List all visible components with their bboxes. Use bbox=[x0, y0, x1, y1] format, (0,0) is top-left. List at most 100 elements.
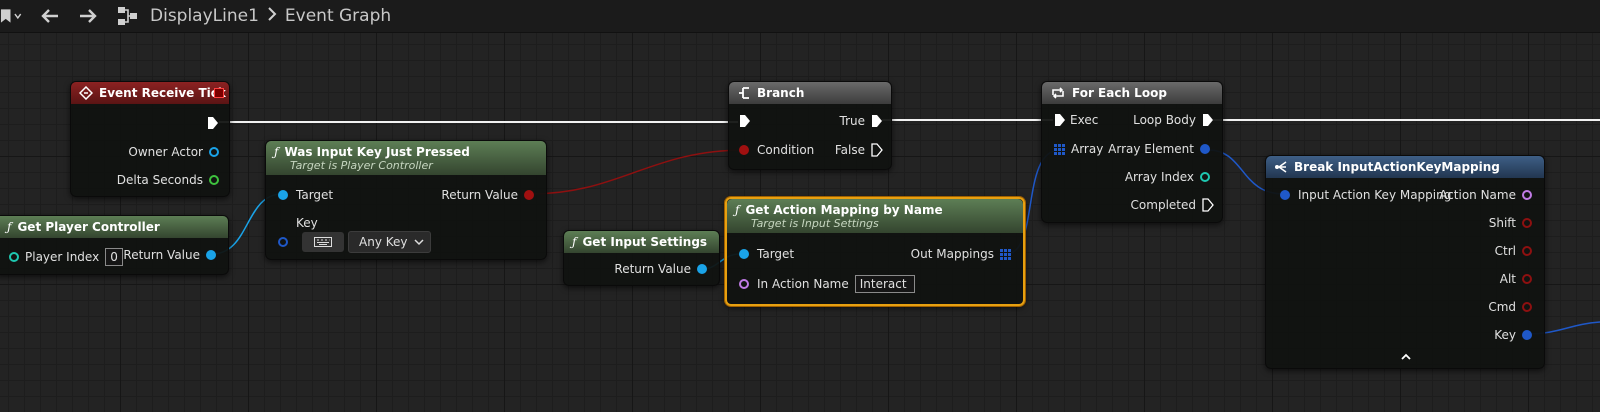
node-subtitle: Target is Player Controller bbox=[290, 158, 433, 172]
pin-ctrl[interactable]: Ctrl bbox=[1495, 244, 1532, 258]
pin-label: Array bbox=[1071, 142, 1104, 156]
node-break-input-action-key-mapping[interactable]: Break InputActionKeyMapping Input Action… bbox=[1265, 155, 1545, 369]
node-event-receive-tick[interactable]: Event Receive Tick Owner Actor Delta Sec… bbox=[70, 81, 230, 197]
bool-pin-icon bbox=[1522, 246, 1532, 256]
node-header: Event Receive Tick bbox=[71, 82, 229, 104]
pin-exec[interactable]: Exec bbox=[1054, 113, 1098, 127]
pin-label: Return Value bbox=[441, 188, 518, 202]
node-subtitle: Target is Input Settings bbox=[751, 216, 879, 230]
keyboard-icon bbox=[314, 237, 332, 247]
object-pin-icon bbox=[209, 147, 219, 157]
pin-array[interactable]: Array bbox=[1054, 142, 1103, 156]
pin-label: Ctrl bbox=[1494, 244, 1516, 258]
node-header: ƒ Was Input Key Just Pressed Target is Pl… bbox=[266, 141, 546, 175]
pin-target[interactable]: Target bbox=[739, 247, 794, 261]
pin-key[interactable]: Key bbox=[1494, 328, 1532, 342]
node-title: Get Action Mapping by Name bbox=[745, 202, 943, 217]
graph-hierarchy-icon[interactable] bbox=[116, 0, 140, 32]
bool-pin-icon bbox=[739, 145, 749, 155]
pin-out-mappings[interactable]: Out Mappings bbox=[911, 247, 1011, 261]
chevron-right-icon bbox=[267, 6, 277, 26]
object-pin-icon bbox=[278, 190, 288, 200]
node-header: ƒ Get Action Mapping by Name Target is In… bbox=[727, 199, 1023, 233]
pin-target[interactable]: Target bbox=[278, 188, 333, 202]
bool-pin-icon bbox=[1522, 218, 1532, 228]
pin-key-label: Key bbox=[278, 216, 318, 230]
exec-pin-icon bbox=[1203, 114, 1213, 126]
object-pin-icon bbox=[697, 264, 707, 274]
breadcrumb-graph[interactable]: Event Graph bbox=[285, 6, 391, 26]
node-header: For Each Loop bbox=[1042, 82, 1222, 104]
node-get-input-settings[interactable]: ƒ Get Input Settings Return Value bbox=[563, 230, 720, 286]
delegate-pin-icon[interactable] bbox=[214, 88, 224, 98]
node-title: Was Input Key Just Pressed bbox=[284, 144, 470, 159]
pin-alt[interactable]: Alt bbox=[1500, 272, 1532, 286]
node-for-each-loop[interactable]: For Each Loop Exec Loop Body Array Array… bbox=[1041, 81, 1223, 223]
struct-pin-icon bbox=[1200, 144, 1210, 154]
pin-input-action-key-mapping[interactable]: Input Action Key Mapping bbox=[1280, 188, 1451, 202]
pin-label: Return Value bbox=[123, 248, 200, 262]
exec-pin-icon bbox=[1055, 114, 1065, 126]
pin-label: Key bbox=[1494, 328, 1516, 342]
pin-shift[interactable]: Shift bbox=[1489, 216, 1532, 230]
bool-pin-icon bbox=[1522, 274, 1532, 284]
action-name-field[interactable]: Interact bbox=[854, 275, 915, 293]
node-get-action-mapping-by-name[interactable]: ƒ Get Action Mapping by Name Target is In… bbox=[725, 197, 1025, 306]
pin-label: Array Element bbox=[1108, 142, 1194, 156]
branch-icon bbox=[739, 87, 749, 99]
loop-icon bbox=[1052, 87, 1064, 99]
forward-arrow-icon[interactable] bbox=[76, 0, 100, 32]
pin-label: Owner Actor bbox=[128, 145, 203, 159]
bookmark-icon[interactable] bbox=[0, 0, 22, 32]
node-header: Break InputActionKeyMapping bbox=[1266, 156, 1544, 178]
pin-return-value[interactable]: Return Value bbox=[123, 248, 216, 262]
pin-return-value[interactable]: Return Value bbox=[441, 188, 534, 202]
node-title: For Each Loop bbox=[1072, 86, 1167, 100]
pin-delta-seconds[interactable]: Delta Seconds bbox=[117, 173, 219, 187]
pin-label: In Action Name bbox=[757, 277, 849, 291]
pin-in-action-name[interactable]: In Action Name Interact bbox=[739, 275, 915, 293]
pin-label: Out Mappings bbox=[910, 247, 994, 261]
exec-in-pin[interactable] bbox=[739, 114, 751, 128]
exec-pin-icon bbox=[872, 115, 882, 127]
name-pin-icon bbox=[1522, 190, 1532, 200]
pin-false[interactable]: False bbox=[835, 143, 883, 157]
back-arrow-icon[interactable] bbox=[38, 0, 62, 32]
pin-cmd[interactable]: Cmd bbox=[1488, 300, 1532, 314]
pin-owner-actor[interactable]: Owner Actor bbox=[128, 145, 219, 159]
pin-true[interactable]: True bbox=[840, 114, 884, 128]
pin-label: Cmd bbox=[1488, 300, 1516, 314]
exec-pin-icon bbox=[871, 143, 883, 157]
function-icon: ƒ bbox=[274, 144, 279, 159]
struct-pin-icon bbox=[1280, 190, 1290, 200]
exec-out-pin[interactable] bbox=[207, 116, 219, 130]
pin-completed[interactable]: Completed bbox=[1131, 198, 1214, 212]
pin-loop-body[interactable]: Loop Body bbox=[1133, 113, 1214, 127]
pin-action-name[interactable]: Action Name bbox=[1439, 188, 1532, 202]
bool-pin-icon bbox=[524, 190, 534, 200]
pin-label: Completed bbox=[1130, 198, 1196, 212]
collapse-pins-button[interactable] bbox=[1398, 350, 1414, 364]
node-was-input-key-just-pressed[interactable]: ƒ Was Input Key Just Pressed Target is Pl… bbox=[265, 140, 547, 260]
graph-toolbar: DisplayLine1 Event Graph bbox=[0, 0, 1600, 33]
pin-array-index[interactable]: Array Index bbox=[1125, 170, 1210, 184]
node-title: Event Receive Tick bbox=[99, 86, 226, 100]
pin-label: Array Index bbox=[1124, 170, 1194, 184]
key-selector-button[interactable] bbox=[302, 232, 344, 252]
pin-player-index[interactable]: Player Index 0 bbox=[9, 248, 123, 266]
event-diamond-icon bbox=[79, 86, 93, 100]
pin-array-element[interactable]: Array Element bbox=[1108, 142, 1210, 156]
pin-label: True bbox=[839, 114, 866, 128]
pin-key[interactable]: Any Key bbox=[278, 231, 431, 253]
player-index-field[interactable]: 0 bbox=[105, 248, 123, 266]
function-icon: ƒ bbox=[572, 235, 577, 249]
breadcrumb-blueprint[interactable]: DisplayLine1 bbox=[150, 6, 259, 26]
node-get-player-controller[interactable]: ƒ Get Player Controller Player Index 0 R… bbox=[0, 215, 229, 275]
object-pin-icon bbox=[739, 249, 749, 259]
node-branch[interactable]: Branch True Condition False bbox=[728, 81, 892, 170]
function-icon: ƒ bbox=[735, 202, 740, 217]
pin-return-value[interactable]: Return Value bbox=[614, 262, 707, 276]
exec-pin-icon bbox=[1202, 198, 1214, 212]
key-dropdown[interactable]: Any Key bbox=[348, 231, 431, 253]
pin-condition[interactable]: Condition bbox=[739, 143, 814, 157]
